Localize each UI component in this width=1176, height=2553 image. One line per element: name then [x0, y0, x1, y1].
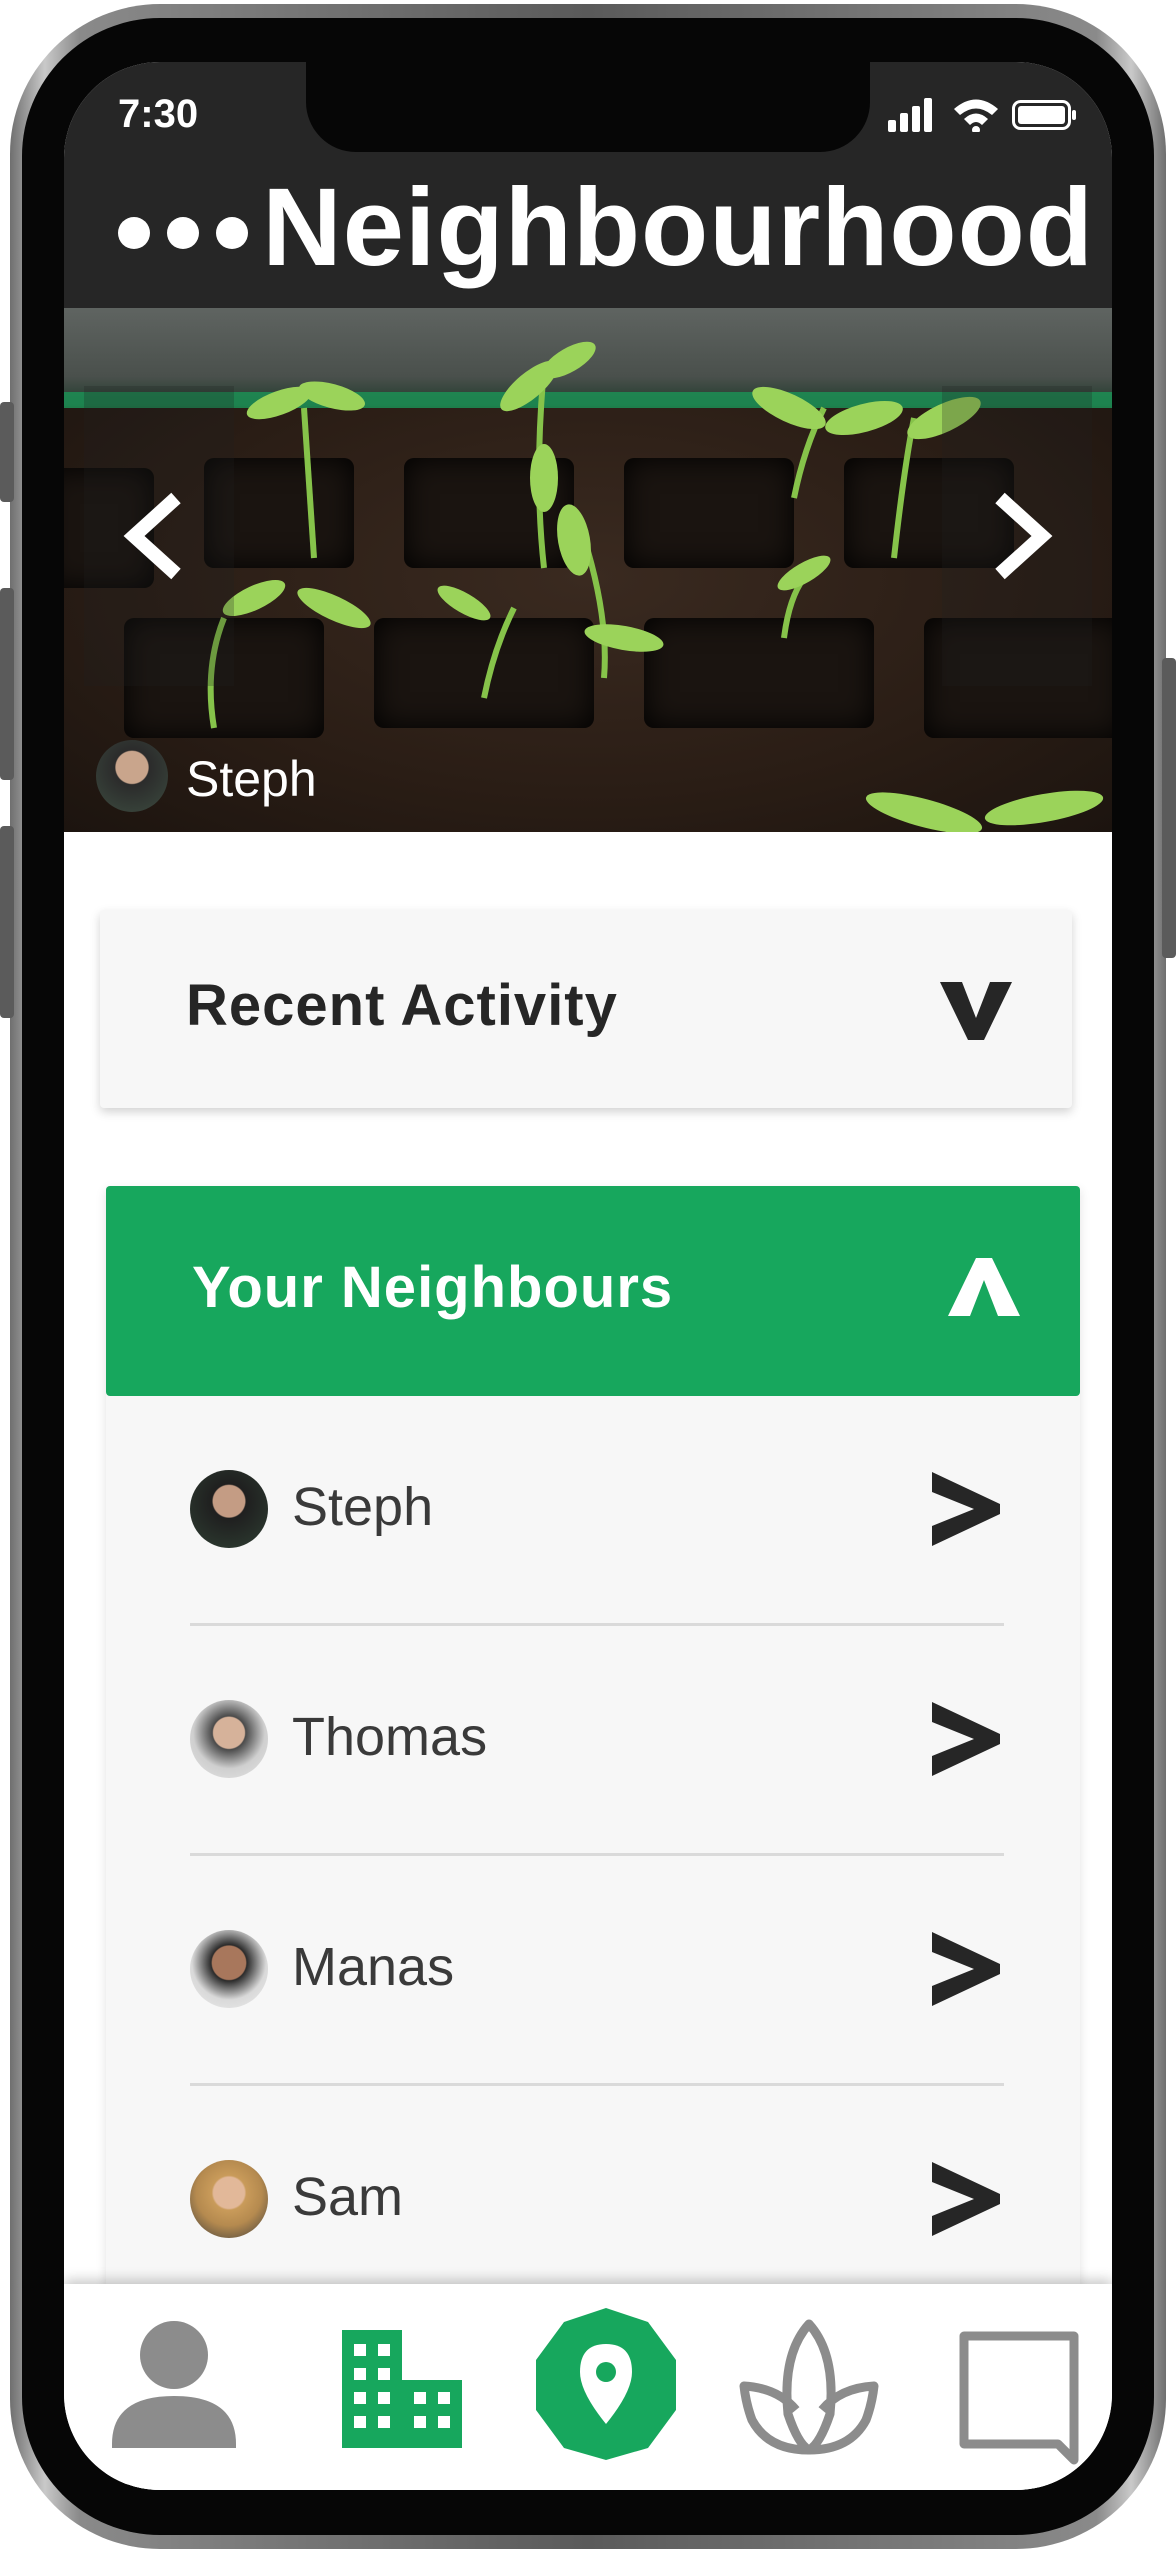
- lotus-icon: [739, 2319, 879, 2455]
- chevron-right-icon: [932, 1702, 1000, 1776]
- phone-screen: 7:30 Neighbourhood Steph Recent Activity…: [64, 62, 1112, 2490]
- carousel-prev-button[interactable]: [84, 386, 234, 686]
- neighbour-name: Steph: [292, 1477, 434, 1537]
- neighbour-row[interactable]: Sam: [106, 2086, 1080, 2316]
- chevron-down-icon: [940, 982, 1012, 1040]
- neighbours-header[interactable]: Your Neighbours: [106, 1186, 1080, 1396]
- power-button: [1162, 658, 1176, 958]
- avatar: [190, 2160, 268, 2238]
- app-header: 7:30 Neighbourhood: [64, 62, 1112, 308]
- neighbour-row[interactable]: Steph: [106, 1396, 1080, 1626]
- more-dots-icon[interactable]: [118, 214, 250, 254]
- tab-map[interactable]: [520, 2284, 692, 2490]
- avatar: [190, 1700, 268, 1778]
- status-time: 7:30: [118, 92, 199, 136]
- chevron-up-icon: [948, 1258, 1020, 1316]
- chevron-left-icon: [123, 492, 181, 580]
- neighbour-row[interactable]: Manas: [106, 1856, 1080, 2086]
- volume-up-button: [0, 588, 14, 780]
- chevron-right-icon: [932, 1472, 1000, 1546]
- volume-down-button: [0, 826, 14, 1018]
- hero-author-name: Steph: [186, 751, 317, 807]
- neighbours-label: Your Neighbours: [192, 1255, 674, 1320]
- tab-profile[interactable]: [104, 2284, 244, 2490]
- avatar: [96, 740, 168, 812]
- notch: [306, 62, 870, 152]
- recent-activity-section[interactable]: Recent Activity: [100, 910, 1072, 1108]
- neighbour-row[interactable]: Thomas: [106, 1626, 1080, 1856]
- neighbour-name: Sam: [292, 2167, 404, 2227]
- recent-activity-label: Recent Activity: [186, 973, 618, 1038]
- tab-garden[interactable]: [734, 2284, 884, 2490]
- bottom-tab-bar: [64, 2284, 1112, 2490]
- person-icon: [112, 2321, 236, 2448]
- tab-buildings[interactable]: [332, 2284, 472, 2490]
- chat-bubble-icon: [959, 2331, 1079, 2465]
- battery-icon: [1012, 100, 1076, 130]
- chevron-right-icon: [995, 492, 1053, 580]
- mute-switch: [0, 402, 14, 502]
- avatar: [190, 1470, 268, 1548]
- hero-image-carousel[interactable]: Steph: [64, 308, 1112, 832]
- chevron-right-icon: [932, 2162, 1000, 2236]
- map-pin-icon: [536, 2308, 676, 2460]
- cellular-signal-icon: [888, 98, 1076, 134]
- status-icons: [888, 96, 1078, 134]
- neighbour-name: Manas: [292, 1937, 455, 1997]
- tab-messages[interactable]: [954, 2284, 1084, 2490]
- chevron-right-icon: [932, 1932, 1000, 2006]
- page-title: Neighbourhood: [262, 166, 1094, 289]
- avatar: [190, 1930, 268, 2008]
- neighbour-name: Thomas: [292, 1707, 488, 1767]
- wifi-icon: [954, 99, 998, 134]
- building-icon: [342, 2330, 462, 2448]
- carousel-next-button[interactable]: [942, 386, 1092, 686]
